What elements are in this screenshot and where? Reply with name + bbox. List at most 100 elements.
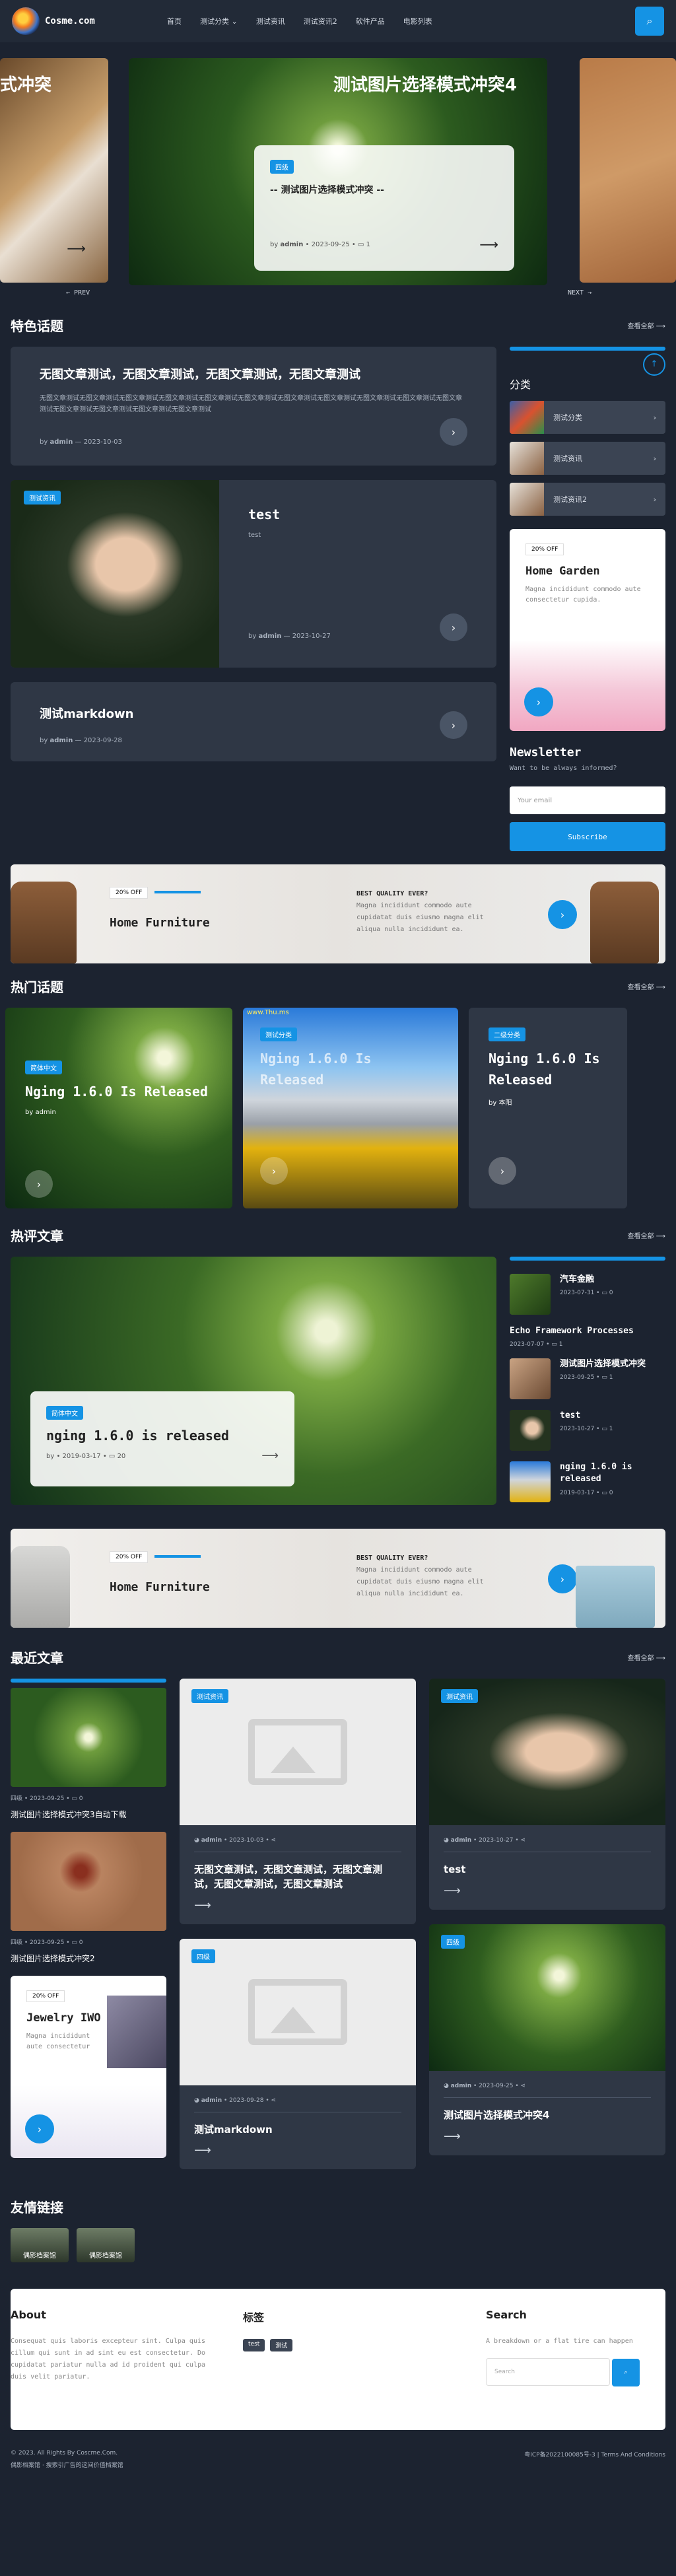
post-title[interactable]: Nging 1.6.0 Is Released <box>260 1048 441 1090</box>
category-tag[interactable]: 四级 <box>191 1949 215 1963</box>
category-item[interactable]: 测试分类 › <box>510 401 665 434</box>
footer-beian-links[interactable]: 偶影档案馆 · 搜索引广告的这间价值档案馆 <box>11 2460 123 2469</box>
subscribe-button[interactable]: Subscribe <box>510 822 665 851</box>
tag-item[interactable]: test <box>243 2339 265 2352</box>
share-icon[interactable]: ⋖ <box>521 1837 526 1844</box>
tag-item[interactable]: 测试 <box>270 2339 293 2352</box>
hero-slide-current[interactable]: 测试图片选择模式冲突4 四级 -- 测试图片选择模式冲突 -- by admin… <box>129 58 547 285</box>
share-icon[interactable]: ⋖ <box>271 2097 277 2104</box>
share-icon[interactable]: ⋖ <box>271 1837 277 1844</box>
post-title[interactable]: test <box>248 506 467 522</box>
hot-topic-card[interactable]: www.Thu.ms 测试分类 Nging 1.6.0 Is Released … <box>243 1008 458 1208</box>
post-thumbnail[interactable] <box>11 1688 166 1788</box>
category-tag[interactable]: 简体中文 <box>46 1406 83 1420</box>
post-category[interactable]: 四级 <box>11 1795 22 1802</box>
furniture-banner[interactable]: 20% OFF Home Furniture BEST QUALITY EVER… <box>11 864 665 963</box>
nav-item-software[interactable]: 软件产品 <box>356 16 385 26</box>
next-button[interactable]: NEXT → <box>568 289 592 296</box>
post-title[interactable]: nging 1.6.0 is released <box>46 1428 279 1444</box>
promo-home-garden[interactable]: 20% OFF Home Garden Magna incididunt com… <box>510 529 665 731</box>
site-logo[interactable]: Cosme.com <box>12 7 167 35</box>
author-name[interactable]: admin <box>451 2083 471 2089</box>
author-name[interactable]: admin <box>50 438 73 446</box>
author-name[interactable]: 本阳 <box>498 1099 512 1107</box>
search-button[interactable]: ⌕ <box>635 7 664 36</box>
author-name[interactable]: admin <box>50 737 73 744</box>
read-more-button[interactable]: › <box>25 1170 53 1198</box>
promo-jewelry[interactable]: 20% OFF Jewelry IWO Magna incididunt aute… <box>11 1976 166 2159</box>
friend-link[interactable]: 偶影档案馆 <box>11 2228 69 2263</box>
nav-item-test-news-2[interactable]: 测试资讯2 <box>304 16 337 26</box>
post-title[interactable]: 测试图片选择模式冲突2 <box>11 1953 166 1964</box>
post-title[interactable]: 测试markdown <box>40 705 467 722</box>
friend-link[interactable]: 偶影档案馆 <box>77 2228 135 2263</box>
category-tag[interactable]: 测试资讯 <box>24 491 61 505</box>
terms-link[interactable]: Terms And Conditions <box>601 2452 665 2458</box>
author-name[interactable]: admin <box>258 633 281 640</box>
post-category[interactable]: 四级 <box>11 1939 22 1946</box>
trending-item[interactable]: test 2023-10-27 • ▭ 1 <box>510 1410 665 1451</box>
post-title[interactable]: test <box>560 1410 613 1422</box>
share-icon[interactable]: ⋖ <box>521 2083 526 2089</box>
read-more-button[interactable]: › <box>489 1157 516 1185</box>
post-card[interactable]: 测试资讯 ◕ admin • 2023-10-03 • ⋖ 无图文章测试，无图文… <box>180 1679 416 1924</box>
furniture-banner[interactable]: 20% OFF Home Furniture BEST QUALITY EVER… <box>11 1529 665 1628</box>
hero-slide-next[interactable] <box>580 58 676 283</box>
newsletter-email-input[interactable]: Your email <box>510 786 665 814</box>
category-tag[interactable]: 测试分类 <box>260 1027 297 1041</box>
category-tag[interactable]: 测试资讯 <box>191 1689 228 1704</box>
post-title[interactable]: 无图文章测试，无图文章测试，无图文章测试，无图文章测试 <box>40 366 467 384</box>
category-tag[interactable]: 测试资讯 <box>441 1689 478 1704</box>
post-title[interactable]: 测试图片选择模式冲突3自动下载 <box>11 1809 166 1820</box>
nav-item-home[interactable]: 首页 <box>167 16 182 26</box>
arrow-right-icon[interactable]: ⟶ <box>444 1884 651 1898</box>
arrow-right-icon[interactable]: ⟶ <box>444 2130 651 2143</box>
hot-topic-card[interactable]: 简体中文 Nging 1.6.0 Is Released by admin › <box>5 1008 232 1208</box>
read-more-button[interactable]: › <box>440 711 467 739</box>
post-title[interactable]: 无图文章测试，无图文章测试，无图文章测试，无图文章测试，无图文章测试 <box>194 1863 401 1892</box>
post-title[interactable]: 测试图片选择模式冲突 <box>560 1358 646 1370</box>
read-more-button[interactable]: › <box>440 613 467 641</box>
featured-post-card[interactable]: 无图文章测试，无图文章测试，无图文章测试，无图文章测试 无图文章测试无图文章测试… <box>11 347 496 466</box>
promo-arrow-button[interactable]: › <box>25 2114 54 2144</box>
arrow-right-icon[interactable]: ⟶ <box>261 1449 279 1463</box>
view-all-link[interactable]: 查看全部 ⟶ <box>627 1652 665 1662</box>
hero-subtitle[interactable]: -- 测试图片选择模式冲突 -- <box>270 183 498 196</box>
post-title[interactable]: Nging 1.6.0 Is Released <box>489 1048 607 1090</box>
nav-item-test-category[interactable]: 测试分类 ⌄ <box>200 16 238 26</box>
arrow-right-icon[interactable]: ⟶ <box>194 1898 401 1912</box>
hero-slide-previous[interactable]: 式冲突 ⟶ <box>0 58 108 283</box>
post-title[interactable]: 测试markdown <box>194 2123 401 2138</box>
read-more-button[interactable]: › <box>440 418 467 446</box>
hot-topic-card[interactable]: 二级分类 Nging 1.6.0 Is Released by 本阳 › <box>469 1008 627 1208</box>
post-title[interactable]: test <box>444 1863 651 1877</box>
banner-arrow-button[interactable]: › <box>548 900 577 929</box>
arrow-right-icon[interactable]: ⟶ <box>194 2143 401 2157</box>
post-title[interactable]: 测试图片选择模式冲突4 <box>444 2108 651 2123</box>
featured-post-card[interactable]: 测试markdown by admin — 2023-09-28 › <box>11 682 496 761</box>
trending-main-post[interactable]: 简体中文 nging 1.6.0 is released by • 2019-0… <box>11 1257 496 1505</box>
prev-button[interactable]: ← PREV <box>66 289 90 296</box>
read-more-button[interactable]: › <box>260 1157 288 1185</box>
post-card[interactable]: 四级 ◕ admin • 2023-09-28 • ⋖ 测试markdown ⟶ <box>180 1938 416 2170</box>
category-tag[interactable]: 四级 <box>270 160 294 174</box>
author-name[interactable]: admin <box>201 2097 222 2104</box>
banner-arrow-button[interactable]: › <box>548 1564 577 1594</box>
view-all-link[interactable]: 查看全部 ⟶ <box>627 1230 665 1240</box>
post-thumbnail[interactable] <box>11 1832 166 1932</box>
footer-search-input[interactable]: Search ⌕ <box>486 2358 640 2387</box>
view-all-link[interactable]: 查看全部 ⟶ <box>627 981 665 991</box>
promo-arrow-button[interactable]: › <box>524 687 553 716</box>
post-card[interactable]: 四级 ◕ admin • 2023-09-25 • ⋖ 测试图片选择模式冲突4 … <box>429 1924 665 2155</box>
category-tag[interactable]: 二级分类 <box>489 1027 525 1041</box>
author-name[interactable]: admin <box>201 1837 222 1844</box>
scroll-top-icon[interactable]: ↑ <box>643 353 665 376</box>
footer-search-button[interactable]: ⌕ <box>612 2359 640 2387</box>
trending-item[interactable]: 测试图片选择模式冲突 2023-09-25 • ▭ 1 <box>510 1358 665 1400</box>
category-item[interactable]: 测试资讯 › <box>510 442 665 475</box>
post-title[interactable]: Nging 1.6.0 Is Released <box>25 1081 213 1102</box>
author-name[interactable]: admin <box>35 1109 55 1116</box>
trending-item[interactable]: nging 1.6.0 is released 2019-03-17 • ▭ 0 <box>510 1461 665 1503</box>
trending-item[interactable]: 汽车金融 2023-07-31 • ▭ 0 <box>510 1274 665 1315</box>
trending-item[interactable]: Echo Framework Processes 2023-07-07 • ▭ 1 <box>510 1325 665 1348</box>
